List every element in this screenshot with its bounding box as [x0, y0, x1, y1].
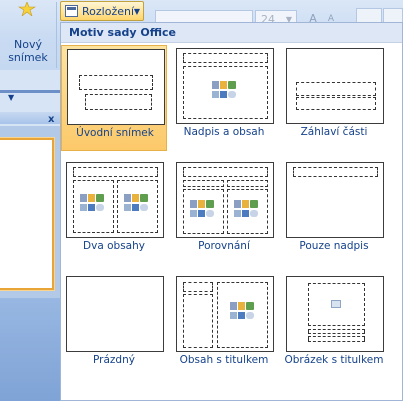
layout-blank[interactable]: Prázdný [61, 273, 167, 379]
picture-placeholder-icon [331, 300, 341, 308]
layout-label: Obsah s titulkem [179, 354, 269, 366]
content-placeholder-icon [190, 200, 218, 218]
layout-thumbnail [66, 276, 164, 352]
layout-section-header[interactable]: Záhlaví části [281, 45, 387, 151]
layout-label: Dva obsahy [83, 240, 145, 252]
layout-thumbnail [176, 162, 274, 238]
layout-two-content[interactable]: Dva obsahy [61, 159, 167, 265]
layout-comparison[interactable]: Porovnání [171, 159, 277, 265]
layout-label: Úvodní snímek [76, 127, 154, 139]
content-placeholder-icon [234, 200, 262, 218]
layout-picture-with-caption[interactable]: Obrázek s titulkem [281, 273, 387, 379]
close-pane-icon[interactable]: x [48, 114, 54, 125]
layout-gallery: Motiv sady Office Úvodní snímek Nadpis a… [60, 22, 403, 401]
ribbon-separator [56, 2, 57, 68]
layout-thumbnail [286, 162, 384, 238]
slides-pane: ▼ x [0, 70, 60, 401]
layout-dropdown-button[interactable]: Rozložení ▼ [60, 1, 144, 21]
new-slide-label-line1: Nový [14, 38, 42, 51]
layout-content-with-caption[interactable]: Obsah s titulkem [171, 273, 277, 379]
layout-label: Obrázek s titulkem [284, 354, 384, 366]
layout-title-and-content[interactable]: Nadpis a obsah [171, 45, 277, 151]
layout-title-only[interactable]: Pouze nadpis [281, 159, 387, 265]
layout-title-slide[interactable]: Úvodní snímek [61, 45, 167, 151]
layout-thumbnail [67, 49, 165, 125]
layout-label: Záhlaví části [300, 126, 368, 138]
pane-bottom-strip [0, 298, 60, 401]
content-placeholder-icon [124, 194, 152, 212]
layout-thumbnail [286, 48, 384, 124]
new-slide-label-line2: snímek [8, 51, 48, 64]
layout-label: Prázdný [93, 354, 135, 366]
chevron-down-icon[interactable]: ▼ [8, 93, 14, 102]
slide-thumbnail[interactable] [0, 138, 54, 290]
layout-thumbnail [176, 276, 274, 352]
gallery-header-title: Motiv sady Office [69, 26, 176, 39]
new-slide-icon [18, 2, 36, 16]
layout-label: Porovnání [198, 240, 250, 252]
new-slide-button[interactable]: Nový snímek [2, 0, 54, 70]
layout-label: Pouze nadpis [299, 240, 369, 252]
content-placeholder-icon [212, 81, 240, 99]
layout-label: Nadpis a obsah [183, 126, 265, 138]
chevron-down-icon: ▼ [133, 7, 140, 16]
content-placeholder-icon [80, 194, 108, 212]
layout-thumbnail [66, 162, 164, 238]
content-placeholder-icon [230, 302, 258, 320]
gallery-header: Motiv sady Office [61, 23, 402, 43]
layout-thumbnail [176, 48, 274, 124]
layout-icon [65, 5, 78, 17]
layout-thumbnail [286, 276, 384, 352]
layout-button-label: Rozložení [82, 5, 135, 18]
